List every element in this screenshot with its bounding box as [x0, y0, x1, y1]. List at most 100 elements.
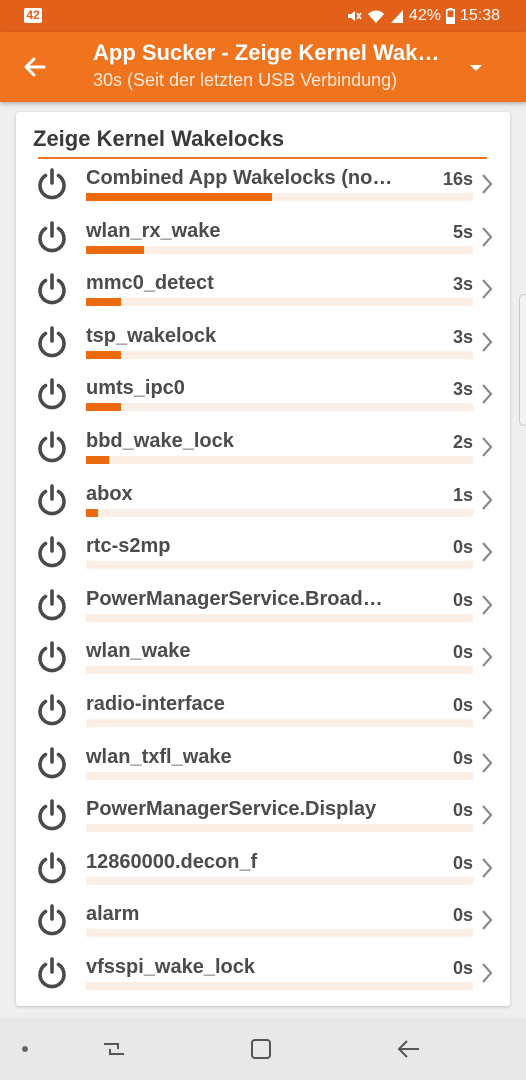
wakelock-row[interactable]: PowerManagerService.Display 0s — [16, 791, 510, 844]
scrollbar-handle[interactable] — [519, 294, 526, 426]
wakelock-row[interactable]: wlan_wake 0s — [16, 633, 510, 686]
wakelock-name: mmc0_detect — [86, 272, 214, 295]
recent-apps-button[interactable] — [100, 1036, 128, 1062]
arrow-left-icon — [24, 57, 46, 77]
duration-bar-fill — [86, 455, 110, 464]
wakelock-row[interactable]: bbd_wake_lock 2s — [16, 423, 510, 476]
duration-bar-track — [86, 403, 473, 412]
wakelock-name: wlan_wake — [86, 640, 191, 663]
wakelock-list: Combined App Wakelocks (no… 16s wlan_rx_wa… — [16, 160, 510, 1002]
caret-down-icon — [470, 65, 482, 71]
back-arrow-icon — [397, 1040, 419, 1058]
signal-icon — [390, 8, 404, 24]
duration-bar-track — [86, 929, 473, 938]
power-icon — [34, 534, 70, 570]
duration-bar-track — [86, 298, 473, 307]
power-icon — [34, 955, 70, 991]
wakelock-duration: 0s — [452, 537, 473, 558]
wakelock-duration: 3s — [452, 274, 473, 295]
wakelock-row[interactable]: umts_ipc0 3s — [16, 370, 510, 423]
title-divider — [38, 157, 487, 159]
wakelock-duration: 0s — [452, 905, 473, 926]
chevron-right-icon — [480, 856, 494, 880]
back-button[interactable] — [20, 52, 50, 82]
wakelock-name: vfsspi_wake_lock — [86, 955, 255, 978]
duration-bar-track — [86, 981, 473, 990]
wakelock-row[interactable]: radio-interface 0s — [16, 686, 510, 739]
page-subtitle: 30s (Seit der letzten USB Verbindung) — [93, 70, 398, 90]
power-icon — [34, 324, 70, 360]
nav-back-button[interactable] — [395, 1036, 423, 1062]
duration-bar-track — [86, 613, 473, 622]
recent-apps-icon — [104, 1043, 124, 1055]
period-dropdown-button[interactable] — [466, 58, 486, 78]
power-icon — [34, 376, 70, 412]
wakelock-duration: 0s — [452, 589, 473, 610]
wakelock-duration: 0s — [452, 642, 473, 663]
wakelock-name: abox — [86, 482, 133, 505]
battery-percent: 42% — [408, 7, 441, 24]
wakelock-name: 12860000.decon_f — [86, 850, 258, 873]
keyboard-dot-icon[interactable] — [22, 1046, 28, 1052]
duration-bar-fill — [86, 298, 121, 307]
wakelock-duration: 0s — [452, 694, 473, 715]
navigation-bar — [0, 1018, 526, 1080]
duration-bar-fill — [86, 245, 145, 254]
power-icon — [34, 587, 70, 623]
power-icon — [34, 745, 70, 781]
duration-bar-fill — [86, 193, 272, 201]
power-icon — [34, 219, 70, 255]
wakelock-duration: 0s — [452, 747, 473, 768]
power-icon — [34, 692, 70, 728]
power-icon — [34, 166, 70, 202]
wakelock-row[interactable]: tsp_wakelock 3s — [16, 318, 510, 371]
wakelock-row[interactable]: Combined App Wakelocks (no… 16s — [16, 160, 510, 213]
power-icon — [34, 797, 70, 833]
wakelock-row[interactable]: PowerManagerService.Broad… 0s — [16, 581, 510, 634]
chevron-right-icon — [480, 330, 494, 354]
duration-bar-track — [86, 193, 473, 201]
wakelock-row[interactable]: abox 1s — [16, 476, 510, 529]
wakelock-name: wlan_txfl_wake — [86, 745, 232, 768]
chevron-right-icon — [480, 435, 494, 459]
wakelock-duration: 0s — [452, 800, 473, 821]
wakelock-name: PowerManagerService.Broad… — [86, 587, 383, 610]
chevron-right-icon — [480, 908, 494, 932]
power-icon — [34, 482, 70, 518]
duration-bar-track — [86, 876, 473, 885]
wakelock-name: wlan_rx_wake — [86, 219, 221, 242]
power-icon — [34, 639, 70, 675]
wakelock-duration: 1s — [452, 484, 473, 505]
duration-bar-track — [86, 561, 473, 570]
wakelock-row[interactable]: vfsspi_wake_lock 0s — [16, 949, 510, 1002]
duration-bar-fill — [86, 350, 121, 359]
duration-bar-track — [86, 824, 473, 833]
wakelock-row[interactable]: rtc-s2mp 0s — [16, 528, 510, 581]
chevron-right-icon — [480, 751, 494, 775]
wakelock-row[interactable]: alarm 0s — [16, 896, 510, 949]
home-button[interactable] — [248, 1036, 274, 1062]
chevron-right-icon — [480, 698, 494, 722]
wakelock-row[interactable]: mmc0_detect 3s — [16, 265, 510, 318]
wakelock-row[interactable]: wlan_rx_wake 5s — [16, 213, 510, 266]
wakelock-row[interactable]: 12860000.decon_f 0s — [16, 844, 510, 897]
chevron-right-icon — [480, 382, 494, 406]
chevron-right-icon — [480, 540, 494, 564]
wakelock-name: rtc-s2mp — [86, 535, 171, 558]
chevron-right-icon — [480, 488, 494, 512]
wakelock-name: tsp_wakelock — [86, 324, 217, 347]
wakelock-duration: 3s — [452, 326, 473, 347]
duration-bar-track — [86, 455, 473, 464]
power-icon — [34, 850, 70, 886]
wakelock-name: bbd_wake_lock — [86, 429, 234, 452]
wakelock-row[interactable]: wlan_txfl_wake 0s — [16, 739, 510, 792]
chevron-right-icon — [480, 277, 494, 301]
wakelock-duration: 2s — [452, 431, 473, 452]
chevron-right-icon — [480, 225, 494, 249]
wakelock-name: umts_ipc0 — [86, 377, 185, 400]
wifi-icon — [367, 8, 385, 24]
status-bar: 42 42% 15:38 — [0, 0, 526, 32]
power-icon — [34, 271, 70, 307]
home-icon — [251, 1039, 271, 1059]
wakelock-name: radio-interface — [86, 692, 225, 715]
